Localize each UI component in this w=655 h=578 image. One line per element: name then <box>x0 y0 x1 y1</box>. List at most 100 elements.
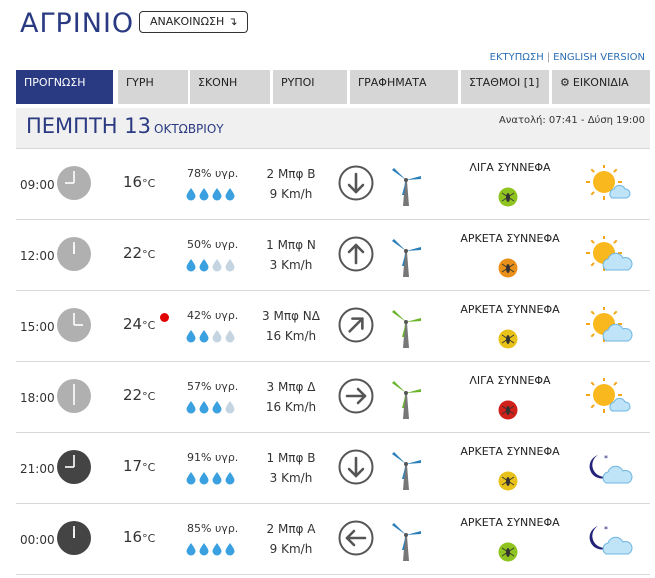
top-links: ΕΚΤΥΠΩΣΗ | ENGLISH VERSION <box>490 52 645 63</box>
drop-icon <box>212 543 222 556</box>
day-title: ΠΕΜΠΤΗ 13 ΟΚΤΩΒΡΙΟΥ <box>26 114 224 138</box>
wind-turbine-icon <box>388 518 424 562</box>
wind-speed: 9 Km/h <box>269 542 313 556</box>
arrow-down-icon <box>338 449 374 485</box>
forecast-time: 15:00 <box>20 320 55 334</box>
humidity-drops <box>186 399 242 418</box>
table-row: 15:00 24°C 42% υγρ. 3 Μπφ ΝΔ 16 Km/h ΑΡΚΕΤΑ Σ… <box>16 291 650 362</box>
arrow-right-icon <box>338 378 374 414</box>
temperature-unit: °C <box>142 177 156 190</box>
arrow-turn-down-icon: ↴ <box>228 15 238 28</box>
wind-beaufort: 2 Μπφ Β <box>266 167 316 181</box>
drop-icon <box>186 330 196 343</box>
humidity: 57% υγρ. <box>187 380 239 393</box>
print-link[interactable]: ΕΚΤΥΠΩΣΗ <box>490 52 544 63</box>
weather-condition: ΑΡΚΕΤΑ ΣΥΝΝΕΦΑ <box>460 303 560 316</box>
forecast-time: 21:00 <box>20 462 55 476</box>
humidity: 50% υγρ. <box>187 238 239 251</box>
temperature-unit: °C <box>142 319 156 332</box>
drop-icon <box>212 259 222 272</box>
mosquito-icon <box>498 329 518 349</box>
sun-cloud-icon <box>584 164 634 205</box>
wind-turbine-icon <box>388 376 424 420</box>
humidity-drops <box>186 186 242 205</box>
humidity-drops <box>186 541 242 560</box>
forecast-time: 00:00 <box>20 533 55 547</box>
tab-label: ΡΥΠΟΙ <box>281 76 315 89</box>
humidity-drops <box>186 328 242 347</box>
moon-clouds-icon: * <box>584 449 634 489</box>
arrow-down-icon <box>338 165 374 201</box>
mosquito-icon <box>498 400 518 420</box>
table-row: 18:00 22°C 57% υγρ. 3 Μπφ Δ 16 Km/h ΛΙΓΑ ΣΥΝΝ… <box>16 362 650 433</box>
drop-icon <box>199 401 209 414</box>
drop-icon <box>186 543 196 556</box>
tab-forecast[interactable]: ΠΡΟΓΝΩΣΗ <box>16 70 113 104</box>
tab-pollutants[interactable]: ΡΥΠΟΙ <box>273 70 347 104</box>
humidity: 91% υγρ. <box>187 451 239 464</box>
drop-icon <box>212 188 222 201</box>
wind-speed: 3 Km/h <box>269 471 313 485</box>
weather-condition: ΑΡΚΕΤΑ ΣΥΝΝΕΦΑ <box>460 516 560 529</box>
drop-icon <box>225 472 235 485</box>
temperature: 24°C <box>123 315 155 333</box>
tab-graphs[interactable]: ΓΡΑΦΗΜΑΤΑ <box>350 70 458 104</box>
temperature-unit: °C <box>142 390 156 403</box>
tab-pollen[interactable]: ΓΥΡΗ <box>118 70 188 104</box>
temperature: 22°C <box>123 244 155 262</box>
sun-clouds-icon <box>584 235 634 276</box>
english-version-link[interactable]: ENGLISH VERSION <box>553 52 645 63</box>
wind-beaufort: 3 Μπφ Δ <box>266 380 316 394</box>
drop-icon <box>186 188 196 201</box>
drop-icon <box>199 330 209 343</box>
link-separator: | <box>546 52 551 63</box>
forecast-time: 18:00 <box>20 391 55 405</box>
drop-icon <box>225 188 235 201</box>
table-row: 09:00 16°C 78% υγρ. 2 Μπφ Β 9 Km/h ΛΙΓΑ ΣΥΝΝΕ… <box>16 149 650 220</box>
temperature-value: 17 <box>123 457 143 475</box>
wind-speed: 16 Km/h <box>265 400 317 414</box>
svg-text:*: * <box>604 525 608 534</box>
arrow-up-right-icon <box>338 307 374 343</box>
weather-condition: ΑΡΚΕΤΑ ΣΥΝΝΕΦΑ <box>460 445 560 458</box>
mosquito-icon <box>498 542 518 562</box>
drop-icon <box>225 259 235 272</box>
drop-icon <box>199 472 209 485</box>
clock-icon <box>56 378 92 414</box>
drop-icon <box>225 401 235 414</box>
tab-icons[interactable]: ⚙ ΕΙΚΟΝΙΔΙΑ <box>552 70 650 104</box>
table-row: 12:00 22°C 50% υγρ. 1 Μπφ Ν 3 Km/h ΑΡΚΕΤΑ ΣΥΝ… <box>16 220 650 291</box>
drop-icon <box>186 259 196 272</box>
humidity: 85% υγρ. <box>187 522 239 535</box>
temperature: 22°C <box>123 386 155 404</box>
tab-dust[interactable]: ΣΚΟΝΗ <box>190 70 270 104</box>
humidity-drops <box>186 470 242 489</box>
temperature-value: 22 <box>123 244 143 262</box>
wind-speed: 16 Km/h <box>265 329 317 343</box>
weather-condition: ΑΡΚΕΤΑ ΣΥΝΝΕΦΑ <box>460 232 560 245</box>
table-row: 21:00 17°C 91% υγρ. 1 Μπφ Β 3 Km/h ΑΡΚΕΤΑ ΣΥΝ… <box>16 433 650 504</box>
forecast-time: 09:00 <box>20 178 55 192</box>
wind-beaufort: 1 Μπφ Β <box>266 451 316 465</box>
gear-icon: ⚙ <box>560 76 570 89</box>
tab-label: ΠΡΟΓΝΩΣΗ <box>24 76 86 89</box>
wind-beaufort: 1 Μπφ Ν <box>266 238 316 252</box>
announcement-button[interactable]: ΑΝΑΚΟΙΝΩΣΗ ↴ <box>139 11 249 33</box>
temperature: 17°C <box>123 457 155 475</box>
clock-icon <box>56 449 92 485</box>
tab-label: ΓΥΡΗ <box>126 76 154 89</box>
tab-stations[interactable]: ΣΤΑΘΜΟΙ [1] <box>461 70 549 104</box>
wind-turbine-icon <box>388 447 424 491</box>
temperature: 16°C <box>123 528 155 546</box>
drop-icon <box>186 472 196 485</box>
clock-icon <box>56 236 92 272</box>
table-row: 00:00 16°C 85% υγρ. 2 Μπφ Α 9 Km/h ΑΡΚΕΤΑ ΣΥΝ… <box>16 504 650 575</box>
sunrise-sunset: Ανατολή: 07:41 - Δύση 19:00 <box>498 115 645 126</box>
wind-speed: 3 Km/h <box>269 258 313 272</box>
wind-beaufort: 3 Μπφ ΝΔ <box>262 309 320 323</box>
alert-dot <box>160 313 169 322</box>
drop-icon <box>212 472 222 485</box>
day-date: ΠΕΜΠΤΗ 13 <box>26 114 151 138</box>
humidity: 78% υγρ. <box>187 167 239 180</box>
drop-icon <box>199 543 209 556</box>
